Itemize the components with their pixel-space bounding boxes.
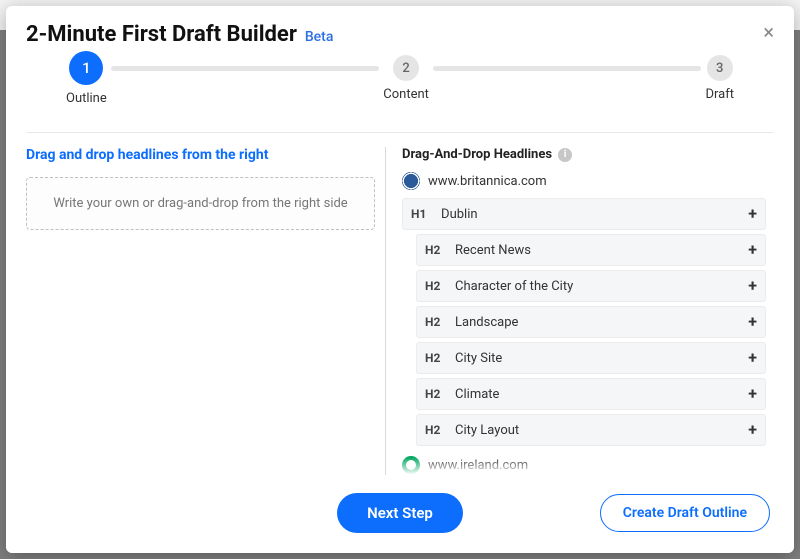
info-icon[interactable]: i bbox=[558, 148, 572, 162]
headlines-scroll-area[interactable]: www.britannica.com H1 Dublin + H2 Recent… bbox=[402, 170, 774, 475]
heading-text: Landscape bbox=[455, 315, 742, 330]
add-headline-icon[interactable]: + bbox=[748, 350, 757, 366]
headline-item-h2-character[interactable]: H2 Character of the City + bbox=[416, 270, 766, 302]
headlines-source-pane: Drag-And-Drop Headlines i www.britannica… bbox=[392, 147, 774, 475]
add-headline-icon[interactable]: + bbox=[748, 314, 757, 330]
headline-item-h2-landscape[interactable]: H2 Landscape + bbox=[416, 306, 766, 338]
beta-tag: Beta bbox=[305, 29, 334, 45]
add-headline-icon[interactable]: + bbox=[748, 386, 757, 402]
add-headline-icon[interactable]: + bbox=[748, 206, 757, 222]
vertical-divider bbox=[385, 147, 386, 475]
step-number: 1 bbox=[69, 51, 103, 85]
modal-body: Drag and drop headlines from the right W… bbox=[6, 133, 794, 475]
headline-item-h2-climate[interactable]: H2 Climate + bbox=[416, 378, 766, 410]
stepper: 1 Outline 2 Content 3 Draft bbox=[26, 47, 774, 122]
headline-item-h1-dublin[interactable]: H1 Dublin + bbox=[402, 198, 766, 230]
outline-drop-pane: Drag and drop headlines from the right W… bbox=[26, 147, 385, 475]
source-site-ireland: www.ireland.com bbox=[402, 456, 766, 474]
step-number: 2 bbox=[393, 55, 419, 81]
right-title: Drag-And-Drop Headlines bbox=[402, 147, 552, 162]
headline-item-h2-city-site[interactable]: H2 City Site + bbox=[416, 342, 766, 374]
step-bar bbox=[111, 66, 380, 71]
step-bar bbox=[433, 66, 702, 71]
favicon-icon bbox=[402, 456, 420, 474]
step-label: Draft bbox=[705, 87, 734, 102]
heading-level-tag: H1 bbox=[411, 207, 441, 221]
heading-text: City Layout bbox=[455, 423, 742, 438]
heading-level-tag: H2 bbox=[425, 279, 455, 293]
modal-footer: Next Step Create Draft Outline bbox=[6, 475, 794, 553]
site-domain-label: www.britannica.com bbox=[428, 174, 547, 189]
heading-level-tag: H2 bbox=[425, 315, 455, 329]
draft-builder-modal: 2-Minute First Draft Builder Beta × 1 Ou… bbox=[6, 6, 794, 553]
modal-title: 2-Minute First Draft Builder bbox=[26, 22, 297, 47]
step-draft[interactable]: 3 Draft bbox=[705, 55, 734, 102]
step-content[interactable]: 2 Content bbox=[383, 55, 429, 102]
modal-header: 2-Minute First Draft Builder Beta × 1 Ou… bbox=[6, 6, 794, 132]
create-draft-outline-button[interactable]: Create Draft Outline bbox=[600, 494, 770, 532]
add-headline-icon[interactable]: + bbox=[748, 242, 757, 258]
left-instructions: Drag and drop headlines from the right bbox=[26, 147, 375, 163]
source-site-britannica: www.britannica.com bbox=[402, 172, 766, 190]
close-icon: × bbox=[763, 20, 774, 44]
step-label: Outline bbox=[66, 91, 107, 106]
next-step-button[interactable]: Next Step bbox=[337, 493, 463, 533]
outline-dropzone[interactable]: Write your own or drag-and-drop from the… bbox=[26, 177, 375, 230]
step-outline[interactable]: 1 Outline bbox=[66, 51, 107, 106]
right-title-row: Drag-And-Drop Headlines i bbox=[402, 147, 774, 162]
add-headline-icon[interactable]: + bbox=[748, 422, 757, 438]
favicon-icon bbox=[402, 172, 420, 190]
step-number: 3 bbox=[707, 55, 733, 81]
heading-text: Climate bbox=[455, 387, 742, 402]
headline-item-h2-recent-news[interactable]: H2 Recent News + bbox=[416, 234, 766, 266]
site-domain-label: www.ireland.com bbox=[428, 458, 528, 473]
heading-level-tag: H2 bbox=[425, 243, 455, 257]
headline-item-h2-city-layout[interactable]: H2 City Layout + bbox=[416, 414, 766, 446]
heading-text: City Site bbox=[455, 351, 742, 366]
heading-text: Dublin bbox=[441, 207, 742, 222]
heading-level-tag: H2 bbox=[425, 387, 455, 401]
heading-level-tag: H2 bbox=[425, 351, 455, 365]
heading-text: Recent News bbox=[455, 243, 742, 258]
add-headline-icon[interactable]: + bbox=[748, 278, 757, 294]
close-button[interactable]: × bbox=[763, 22, 774, 42]
heading-level-tag: H2 bbox=[425, 423, 455, 437]
step-label: Content bbox=[383, 87, 429, 102]
heading-text: Character of the City bbox=[455, 279, 742, 294]
